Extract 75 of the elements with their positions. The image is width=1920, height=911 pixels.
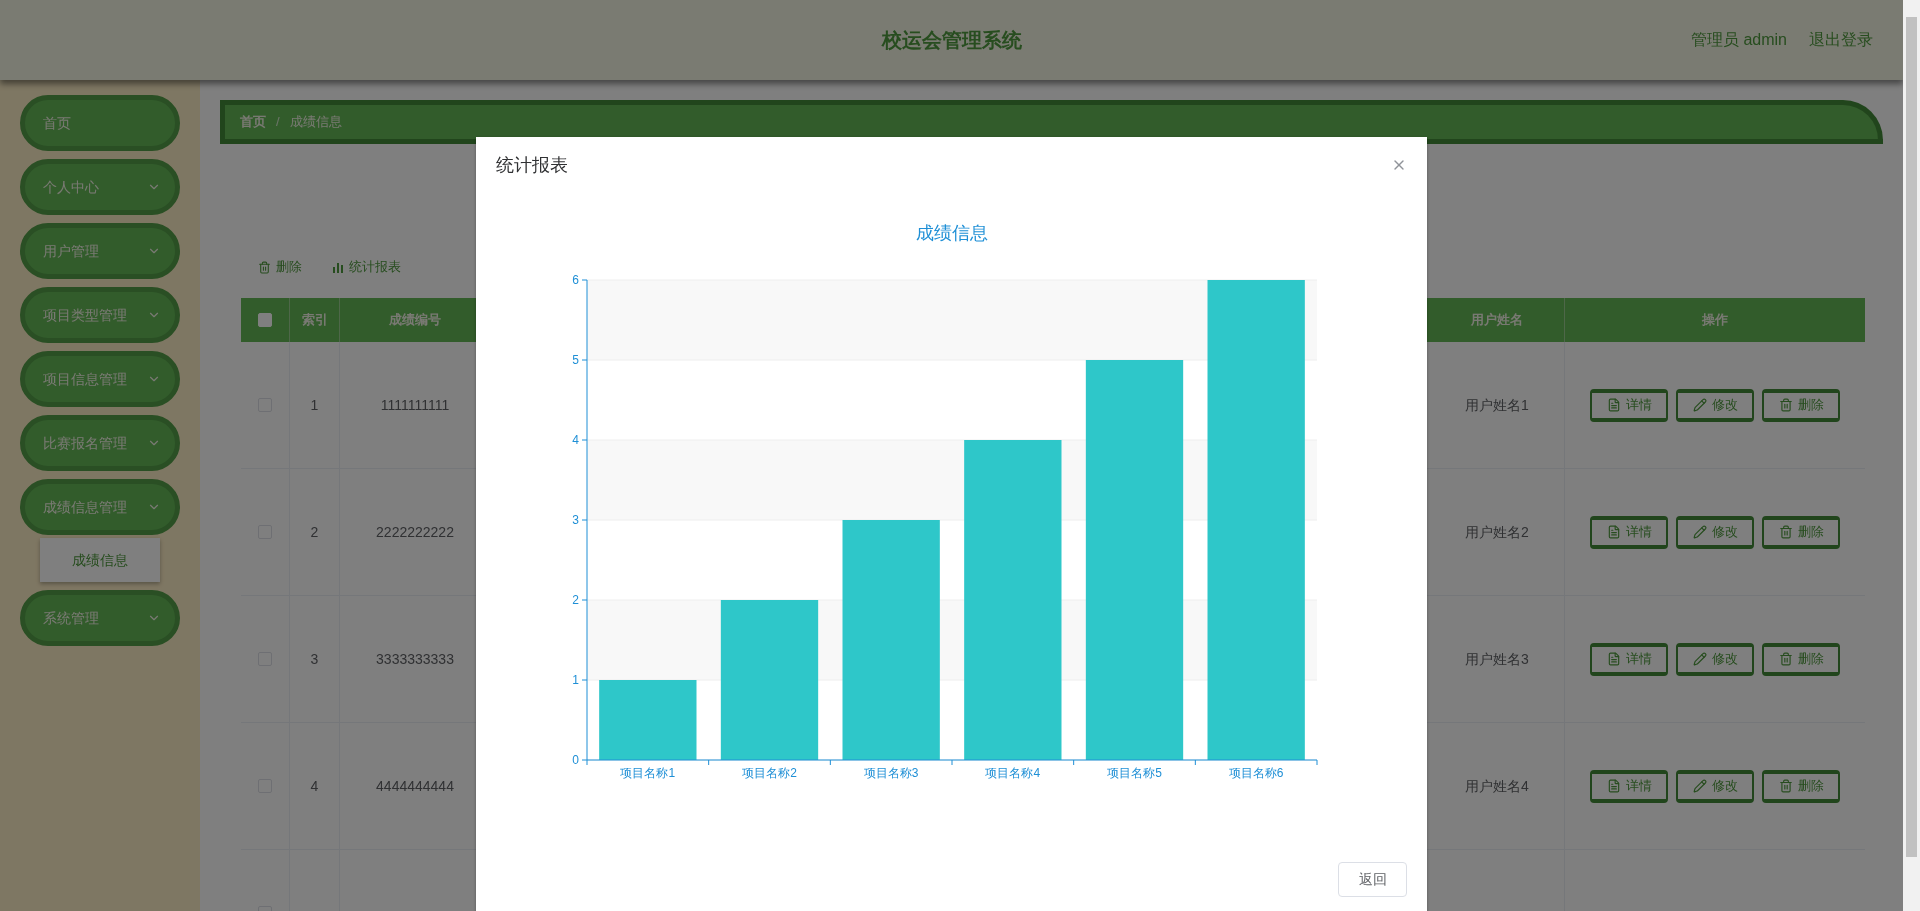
breadcrumb-link[interactable]: 成绩信息 (289, 112, 342, 132)
x-tick-label: 项目名称6 (1228, 766, 1284, 780)
toolbar-button[interactable]: 删除 (253, 257, 307, 277)
back-button[interactable]: 返回 (1338, 862, 1407, 897)
row-action-button[interactable]: 详情 (1590, 388, 1668, 422)
submenu-item[interactable]: 成绩信息 (40, 538, 160, 582)
x-tick-label: 项目名称4 (985, 766, 1041, 780)
header-cell: 索引 (290, 298, 340, 342)
user-label: 管理员 admin (1690, 30, 1787, 50)
row-action-button[interactable]: 修改 (1676, 515, 1754, 549)
table-cell-text: 3 (310, 649, 319, 669)
row-action-button[interactable]: 删除 (1762, 642, 1840, 676)
table-cell-text: 用户姓名1 (1465, 395, 1529, 415)
table-cell-text: 1 (310, 395, 319, 415)
pencil-icon (1692, 652, 1707, 666)
pencil-icon (1692, 398, 1707, 412)
sidebar-menu-item[interactable]: 比赛报名管理 (20, 415, 180, 471)
trash-icon (258, 260, 271, 274)
x-tick-label: 项目名称1 (620, 766, 676, 780)
table-cell-text: 4 (310, 776, 319, 796)
header-cell-text: 成绩编号 (388, 311, 442, 330)
header-cell: 用户姓名 (1430, 298, 1565, 342)
table-cell-text: 用户姓名2 (1465, 522, 1529, 542)
y-tick-label: 2 (572, 593, 579, 607)
dialog-title: 统计报表 (496, 153, 568, 177)
row-action-button[interactable]: 修改 (1676, 388, 1754, 422)
app-title: 校运会管理系统 (881, 28, 1022, 53)
breadcrumb-separator: / (276, 113, 280, 132)
trash-icon (1778, 779, 1793, 793)
x-tick-label: 项目名称3 (863, 766, 919, 780)
breadcrumb-link[interactable]: 首页 (240, 112, 266, 132)
y-tick-label: 6 (572, 273, 579, 287)
sidebar-menu-item[interactable]: 项目信息管理 (20, 351, 180, 407)
sidebar-menu-item[interactable]: 项目类型管理 (20, 287, 180, 343)
row-action-button[interactable]: 详情 (1590, 515, 1668, 549)
pencil-icon (1692, 525, 1707, 539)
row-action-button[interactable]: 删除 (1762, 388, 1840, 422)
x-tick-label: 项目名称2 (742, 766, 797, 780)
row-action-button[interactable]: 删除 (1762, 515, 1840, 549)
sidebar-menu-item[interactable]: 首页 (20, 95, 180, 151)
row-action-button[interactable]: 修改 (1676, 769, 1754, 803)
row-action-button[interactable]: 详情 (1590, 769, 1668, 803)
row-action-button[interactable]: 详情 (1590, 642, 1668, 676)
x-tick-label: 项目名称5 (1107, 766, 1162, 780)
document-icon (1606, 398, 1621, 412)
document-icon (1606, 779, 1621, 793)
table-cell-text: 用户姓名3 (1465, 649, 1529, 669)
table-cell-text: 4444444444 (376, 776, 454, 796)
sidebar-menu-item[interactable]: 系统管理 (20, 590, 180, 646)
table-cell-text: 3333333333 (376, 649, 454, 669)
row-action-button[interactable]: 删除 (1762, 769, 1840, 803)
toolbar-button[interactable]: 统计报表 (327, 257, 406, 277)
table-cell-text: 1111111111 (380, 395, 450, 415)
table-cell-text: 2222222222 (376, 522, 454, 542)
bar-chart-icon (332, 261, 344, 273)
row-action-button[interactable]: 修改 (1676, 642, 1754, 676)
sidebar-menu-item[interactable]: 用户管理 (20, 223, 180, 279)
trash-icon (1778, 652, 1793, 666)
y-tick-label: 4 (572, 433, 579, 447)
chart-title: 成绩信息 (915, 222, 988, 245)
y-tick-label: 5 (572, 353, 579, 367)
header-cell-text: 操作 (1701, 311, 1729, 330)
y-tick-label: 3 (572, 513, 579, 527)
trash-icon (1778, 525, 1793, 539)
y-tick-label: 0 (572, 753, 579, 767)
y-tick-label: 1 (572, 673, 579, 687)
document-icon (1606, 652, 1621, 666)
sidebar-menu-item[interactable]: 个人中心 (20, 159, 180, 215)
pencil-icon (1692, 779, 1707, 793)
table-cell-text: 用户姓名4 (1465, 776, 1529, 796)
table-cell-text: 2 (310, 522, 319, 542)
trash-icon (1778, 398, 1793, 412)
sidebar-menu-item[interactable]: 成绩信息管理 (20, 479, 180, 535)
document-icon (1606, 525, 1621, 539)
logout-link[interactable]: 退出登录 (1809, 28, 1873, 52)
